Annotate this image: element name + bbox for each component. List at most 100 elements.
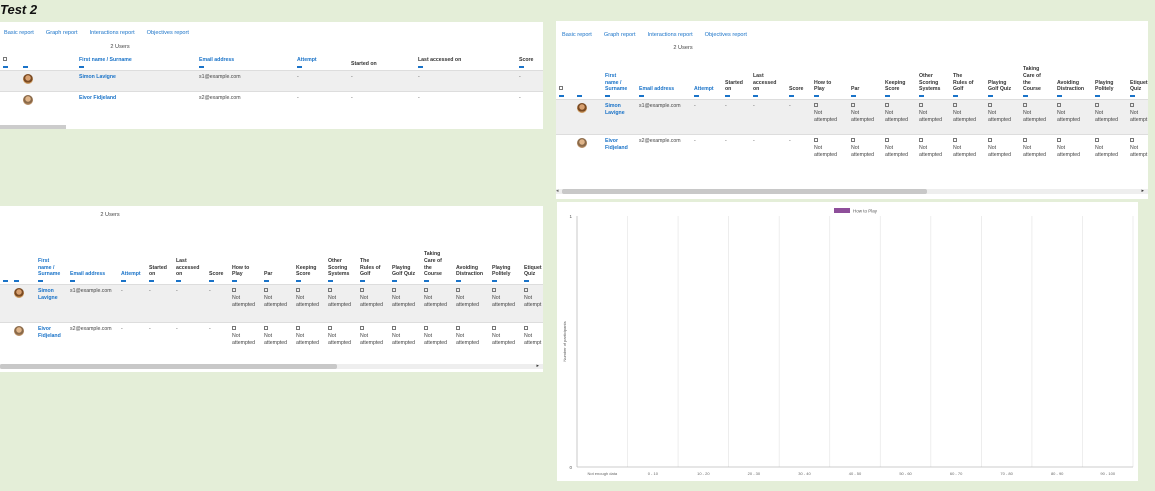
select-all-column[interactable]: [0, 228, 11, 284]
activity-status: Not attempted: [293, 284, 325, 322]
report-tabs: Basic report Graph report Interactions r…: [556, 32, 1148, 38]
activity-column[interactable]: The Rules of Golf: [950, 55, 985, 99]
tab-basic-report[interactable]: Basic report: [4, 30, 34, 36]
select-all-column[interactable]: [556, 55, 574, 99]
checkbox: [1095, 137, 1099, 142]
tab-graph-report[interactable]: Graph report: [604, 32, 636, 38]
email-cell: s2@example.com: [199, 94, 241, 101]
score-column[interactable]: Score: [786, 55, 811, 99]
activity-status: Not attempted: [453, 322, 489, 360]
checkbox: [1023, 102, 1027, 107]
activity-column[interactable]: Playing Golf Quiz: [389, 228, 421, 284]
activity-column[interactable]: Etiquet Quiz: [1127, 55, 1148, 99]
attempt-column[interactable]: Attempt: [691, 55, 722, 99]
activity-column[interactable]: Keeping Score: [293, 228, 325, 284]
activity-column[interactable]: Avoiding Distraction: [453, 228, 489, 284]
name-column[interactable]: First name / Surname: [602, 55, 636, 99]
x-tick-label: 0 - 10: [648, 471, 659, 476]
email-column[interactable]: Email address: [67, 228, 118, 284]
horizontal-scrollbar[interactable]: [0, 125, 66, 129]
table-cell: -: [753, 102, 755, 109]
checkbox: [1057, 102, 1061, 107]
report-table: First name / Surname Email address Attempt…: [556, 55, 1148, 169]
user-name-link[interactable]: Simon Lavigne: [35, 284, 67, 322]
score-column[interactable]: Score: [206, 228, 229, 284]
checkbox: [988, 137, 992, 142]
tab-basic-report[interactable]: Basic report: [562, 32, 592, 38]
horizontal-scrollbar[interactable]: ◂ ▸: [556, 188, 1148, 194]
activity-column[interactable]: Other Scoring Systems: [916, 55, 950, 99]
last-accessed-column[interactable]: Last accessed on: [750, 55, 786, 99]
activity-column[interactable]: Playing Politely: [489, 228, 521, 284]
attempt-column[interactable]: Attempt: [118, 228, 146, 284]
activity-column[interactable]: Avoiding Distraction: [1054, 55, 1092, 99]
activity-column[interactable]: How to Play: [811, 55, 848, 99]
avatar: [23, 94, 33, 105]
scrollbar-thumb[interactable]: [562, 189, 927, 194]
user-name-link[interactable]: Eivor Fidjeland: [76, 91, 196, 112]
activity-column[interactable]: Playing Politely: [1092, 55, 1127, 99]
activity-column[interactable]: Par: [848, 55, 882, 99]
activity-status: Not attempted: [357, 322, 389, 360]
activity-status: Not attempted: [229, 284, 261, 322]
checkbox: [392, 287, 396, 292]
table-cell: [0, 284, 11, 322]
activity-column[interactable]: The Rules of Golf: [357, 228, 389, 284]
activity-column[interactable]: Etiquet Quiz: [521, 228, 543, 284]
x-tick-label: 10 - 20: [697, 471, 710, 476]
table-cell: -: [209, 325, 211, 332]
scroll-left-icon[interactable]: ◂: [556, 188, 559, 194]
activity-column[interactable]: Taking Care of the Course: [1020, 55, 1054, 99]
last-accessed-column[interactable]: Last accessed on: [415, 52, 516, 70]
activity-column[interactable]: Other Scoring Systems: [325, 228, 357, 284]
started-column[interactable]: Started on: [722, 55, 750, 99]
tab-objectives-report[interactable]: Objectives report: [705, 32, 747, 38]
tab-objectives-report[interactable]: Objectives report: [147, 30, 189, 36]
activity-column[interactable]: Playing Golf Quiz: [985, 55, 1020, 99]
table-cell: -: [789, 137, 791, 144]
checkbox: [424, 325, 428, 330]
activity-status: Not attempt: [521, 284, 543, 322]
activity-status: Not attempted: [950, 99, 985, 134]
table-cell: -: [121, 325, 123, 332]
activity-status: Not attempted: [916, 99, 950, 134]
user-name-link[interactable]: Eivor Fidjeland: [602, 134, 636, 169]
email-column[interactable]: Email address: [196, 52, 294, 70]
wide-report-panel: Basic report Graph report Interactions r…: [556, 21, 1148, 199]
user-name-link[interactable]: Simon Lavigne: [602, 99, 636, 134]
checkbox: [1023, 137, 1027, 142]
scrollbar-thumb[interactable]: [0, 364, 337, 369]
tab-interactions-report[interactable]: Interactions report: [90, 30, 135, 36]
activity-column[interactable]: Taking Care of the Course: [421, 228, 453, 284]
checkbox: [264, 325, 268, 330]
user-name-link[interactable]: Eivor Fidjeland: [35, 322, 67, 360]
table-row: Simon Lavigne s1@example.com - - - - Not a…: [0, 284, 543, 322]
table-cell: [0, 322, 11, 360]
horizontal-scrollbar[interactable]: ▸: [0, 363, 543, 369]
table-cell: [11, 284, 35, 322]
scroll-right-icon[interactable]: ▸: [536, 363, 539, 369]
activity-column[interactable]: Par: [261, 228, 293, 284]
user-name-link[interactable]: Simon Lavigne: [76, 70, 196, 91]
tab-interactions-report[interactable]: Interactions report: [648, 32, 693, 38]
score-column[interactable]: Score: [516, 52, 543, 70]
report-table: First name / Surname Email address Attempt…: [0, 228, 543, 360]
started-column[interactable]: Started on: [348, 52, 415, 70]
name-column[interactable]: First name / Surname: [35, 228, 67, 284]
activity-column[interactable]: How to Play: [229, 228, 261, 284]
name-column[interactable]: First name / Surname: [76, 52, 196, 70]
x-tick-label: 90 - 100: [1100, 471, 1115, 476]
started-column[interactable]: Started on: [146, 228, 173, 284]
select-all-column[interactable]: [0, 52, 20, 70]
attempt-column[interactable]: Attempt: [294, 52, 348, 70]
table-cell: -: [297, 73, 299, 80]
tab-graph-report[interactable]: Graph report: [46, 30, 78, 36]
activity-column[interactable]: Keeping Score: [882, 55, 916, 99]
email-cell: s1@example.com: [70, 287, 112, 294]
activity-status: Not attempted: [325, 322, 357, 360]
scroll-right-icon[interactable]: ▸: [1141, 188, 1144, 194]
activity-status: Not attempted: [261, 322, 293, 360]
last-accessed-column[interactable]: Last accessed on: [173, 228, 206, 284]
email-column[interactable]: Email address: [636, 55, 691, 99]
table-cell: [556, 134, 574, 169]
